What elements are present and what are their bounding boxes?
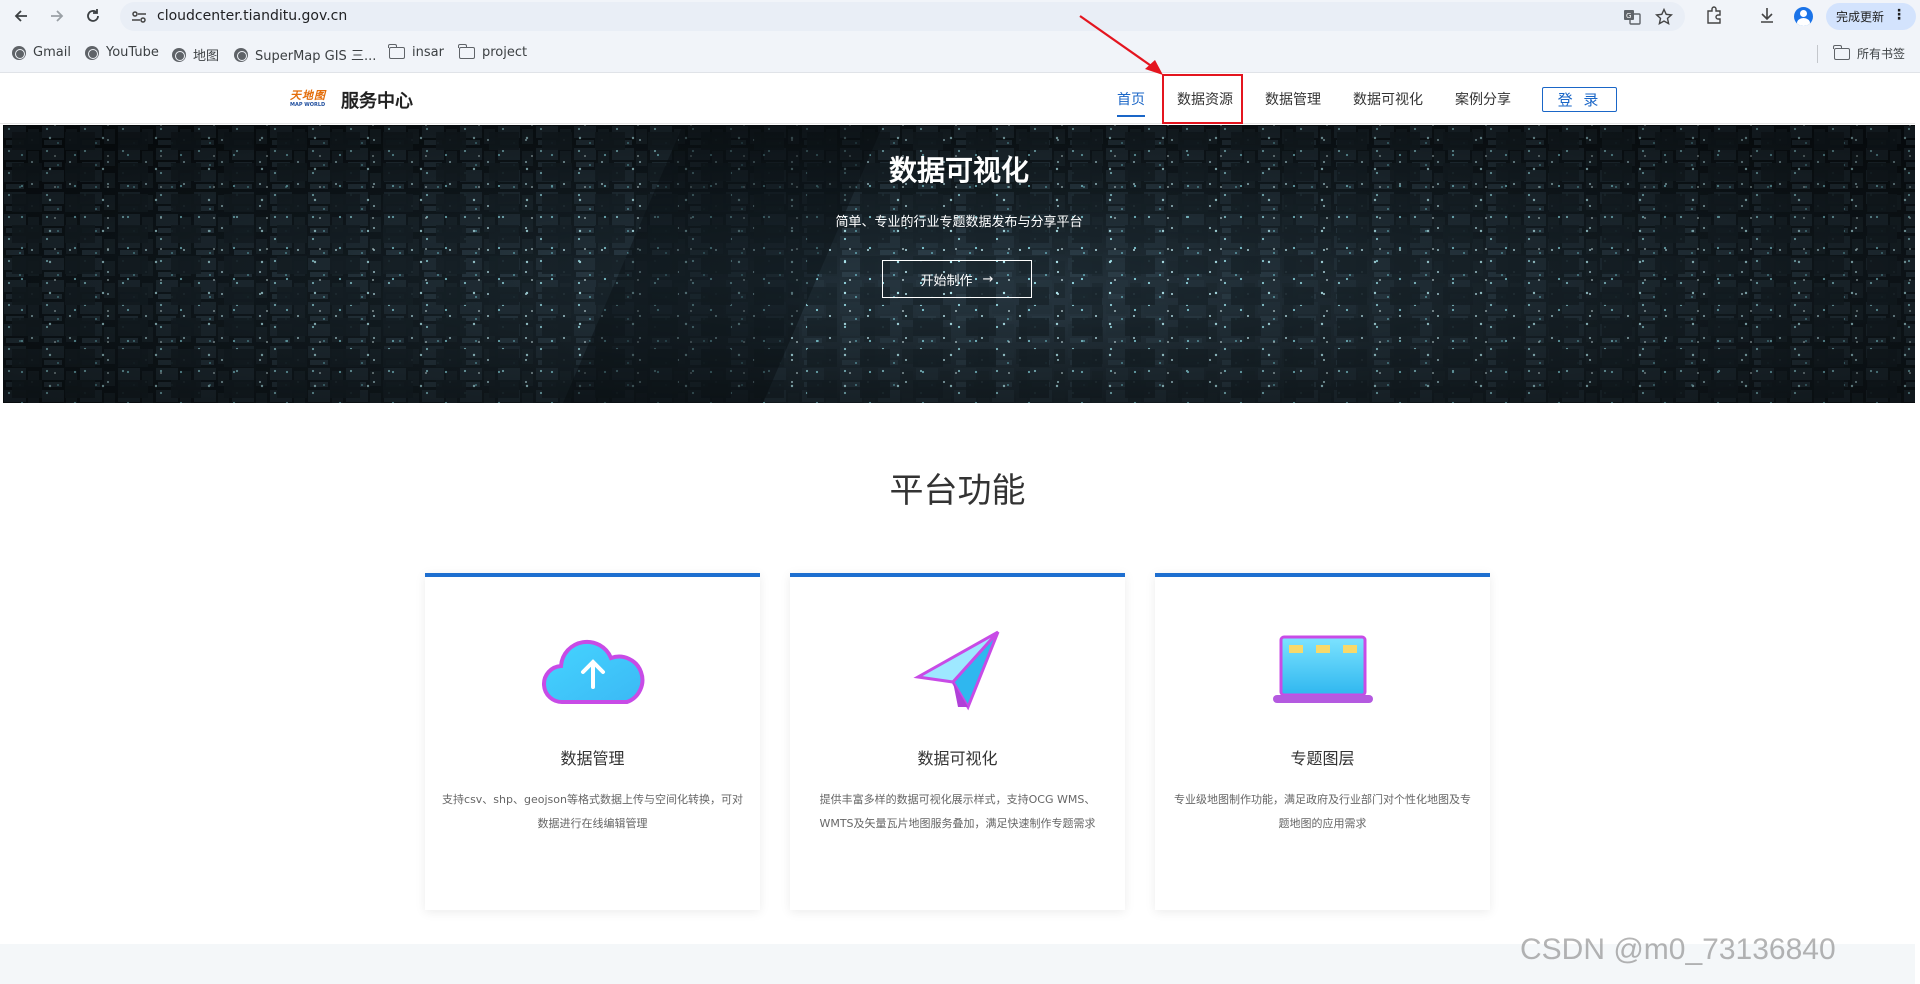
card-title: 数据管理 <box>560 749 625 768</box>
bookmark-map[interactable]: 地图 <box>172 45 219 64</box>
logo-subtext: MAP WORLD <box>290 102 326 108</box>
start-button-label: 开始制作 <box>920 273 973 289</box>
feature-card-thematic-layers[interactable]: 专题图层 专业级地图制作功能，满足政府及行业部门对个性化地图及专题地图的应用需求 <box>1155 573 1490 910</box>
folder-icon <box>1833 44 1850 60</box>
site-header: 天地图 MAP WORLD 服务中心 首页 数据资源 数据管理 数据可视化 案例… <box>0 74 1915 124</box>
nav-home[interactable]: 首页 <box>1117 89 1145 109</box>
site-info-icon[interactable] <box>130 8 148 26</box>
address-bar[interactable]: cloudcenter.tianditu.gov.cn G <box>120 2 1685 31</box>
bookmark-label: YouTube <box>106 45 159 60</box>
extensions-icon[interactable] <box>1704 5 1724 25</box>
paper-plane-icon <box>898 627 1018 717</box>
bookmark-youtube[interactable]: YouTube <box>85 45 159 60</box>
bookmark-label: insar <box>412 45 444 60</box>
globe-icon <box>12 45 26 60</box>
update-label: 完成更新 <box>1836 10 1885 24</box>
translate-icon[interactable]: G <box>1622 7 1642 27</box>
feature-card-data-visualization[interactable]: 数据可视化 提供丰富多样的数据可视化展示样式，支持OCG WMS、WMTS及矢量… <box>790 573 1125 910</box>
bookmark-folder-insar[interactable]: insar <box>388 43 444 60</box>
globe-icon <box>172 47 186 62</box>
card-title: 专题图层 <box>1290 749 1355 768</box>
card-description: 提供丰富多样的数据可视化展示样式，支持OCG WMS、WMTS及矢量瓦片地图服务… <box>819 793 1096 830</box>
laptop-icon <box>1263 627 1383 717</box>
nav-case-sharing[interactable]: 案例分享 <box>1455 89 1511 109</box>
reload-icon[interactable] <box>82 5 104 27</box>
banner-title: 数据可视化 <box>888 154 1029 187</box>
forward-icon[interactable] <box>46 5 68 27</box>
bookmark-label: SuperMap GIS 三... <box>255 49 377 64</box>
url-text: cloudcenter.tianditu.gov.cn <box>157 8 348 24</box>
cloud-upload-icon <box>533 627 653 717</box>
scrollbar[interactable] <box>1915 124 1920 984</box>
card-description: 支持csv、shp、geojson等格式数据上传与空间化转换，可对数据进行在线编… <box>442 793 743 830</box>
tianditu-logo[interactable]: 天地图 MAP WORLD <box>290 87 330 109</box>
feature-card-data-management[interactable]: 数据管理 支持csv、shp、geojson等格式数据上传与空间化转换，可对数据… <box>425 573 760 910</box>
brand-title: 服务中心 <box>341 91 413 112</box>
back-icon[interactable] <box>10 5 32 27</box>
bookmark-supermap[interactable]: SuperMap GIS 三... <box>234 45 376 64</box>
globe-icon <box>85 45 99 60</box>
svg-text:G: G <box>1626 12 1631 20</box>
annotation-arrow <box>1079 15 1163 75</box>
bookmarks-bar: Gmail YouTube 地图 SuperMap GIS 三... insar… <box>0 33 1920 73</box>
bookmark-gmail[interactable]: Gmail <box>12 45 71 60</box>
download-icon[interactable] <box>1757 5 1777 25</box>
banner-subtitle: 简单、专业的行业专题数据发布与分享平台 <box>835 215 1083 230</box>
login-button[interactable]: 登 录 <box>1542 87 1617 112</box>
start-creating-button[interactable]: 开始制作 → <box>882 260 1032 298</box>
section-title: 平台功能 <box>889 471 1026 511</box>
logo-text: 天地图 <box>290 89 326 102</box>
bookmark-star-icon[interactable] <box>1654 7 1674 27</box>
globe-icon <box>234 47 248 62</box>
all-bookmarks-label: 所有书签 <box>1857 47 1906 61</box>
bookmark-label: project <box>482 45 528 60</box>
active-nav-indicator <box>1117 115 1145 117</box>
bookmark-label: 地图 <box>193 49 220 64</box>
browser-toolbar: cloudcenter.tianditu.gov.cn G 完成更新 ⋮ <box>0 0 1920 33</box>
card-description: 专业级地图制作功能，满足政府及行业部门对个性化地图及专题地图的应用需求 <box>1174 793 1471 830</box>
profile-avatar[interactable] <box>1794 7 1813 26</box>
csdn-watermark: CSDN @m0_73136840 <box>1520 933 1836 966</box>
all-bookmarks[interactable]: 所有书签 <box>1833 44 1906 62</box>
bookmark-folder-project[interactable]: project <box>458 43 528 60</box>
folder-icon <box>388 43 405 59</box>
more-menu-icon[interactable]: ⋮ <box>1892 7 1906 23</box>
update-button[interactable]: 完成更新 ⋮ <box>1826 3 1916 30</box>
arrow-right-icon: → <box>982 271 994 287</box>
nav-data-visualization[interactable]: 数据可视化 <box>1353 89 1423 109</box>
card-title: 数据可视化 <box>917 749 998 768</box>
nav-data-management[interactable]: 数据管理 <box>1265 89 1321 109</box>
hero-banner: 数据可视化 简单、专业的行业专题数据发布与分享平台 开始制作 → <box>3 125 1915 403</box>
bookmark-label: Gmail <box>33 45 71 60</box>
bookmarks-divider <box>1817 45 1818 63</box>
folder-icon <box>458 43 475 59</box>
